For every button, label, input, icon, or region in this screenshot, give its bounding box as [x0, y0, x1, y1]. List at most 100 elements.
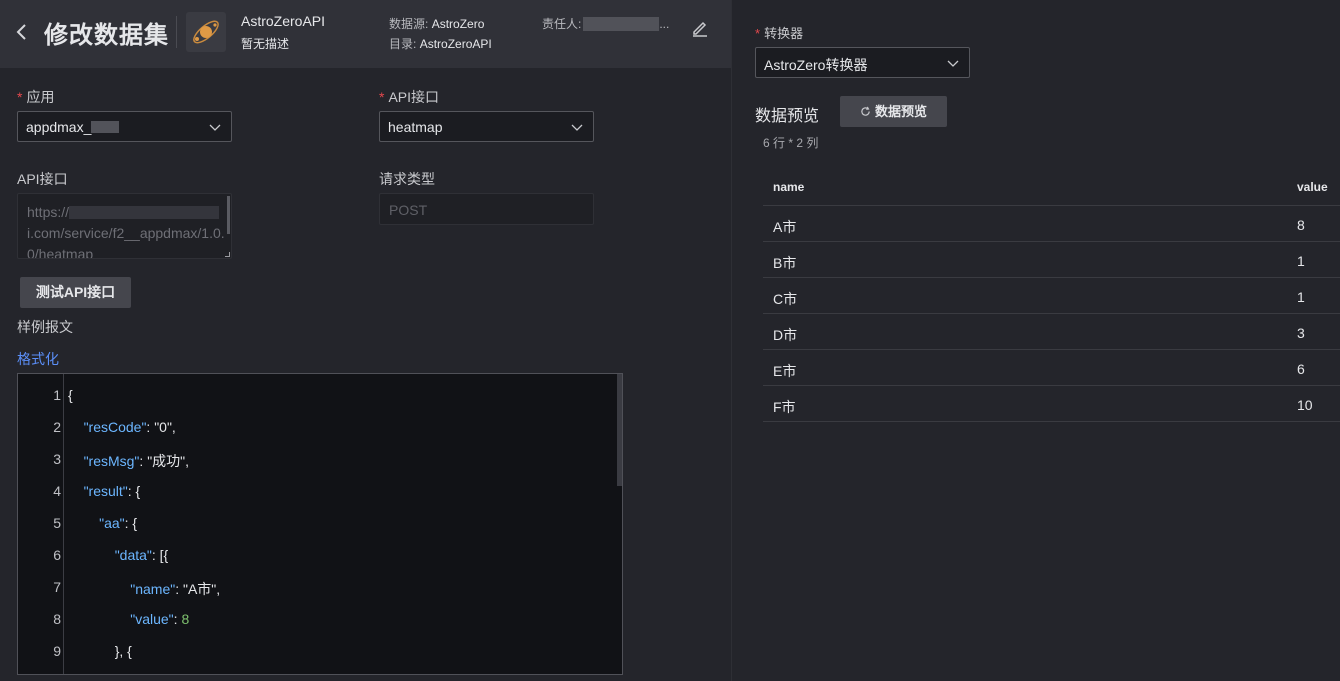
preview-button-label: 数据预览: [874, 104, 927, 119]
owner-meta: 责任人:...: [542, 15, 669, 32]
table-row: B市 1: [763, 242, 1340, 278]
code-token-pre: [68, 547, 115, 563]
owner-redacted: [583, 17, 660, 31]
table-row: D市 3: [763, 314, 1340, 350]
converter-select-value: AstroZero转换器: [764, 57, 868, 73]
app-description: 暂无描述: [241, 37, 290, 51]
api-url-textarea[interactable]: https:// i.com/service/f2__appdmax/1.0. …: [17, 193, 232, 259]
code-token-key: "data": [114, 547, 152, 563]
line-number: 6: [53, 547, 61, 563]
api-url-label: API接口: [17, 171, 68, 187]
code-editor[interactable]: 1 {2 "resCode": "0", 3 "resMsg": "成功", 4 "r…: [17, 373, 623, 675]
row-count: 6 行 * 2 列: [763, 136, 819, 150]
resize-handle[interactable]: [225, 252, 230, 257]
app-select[interactable]: appdmax_: [17, 111, 232, 142]
line-number: 3: [53, 451, 61, 467]
code-token-key: "value": [130, 611, 174, 627]
code-token-pre: [68, 611, 130, 627]
app-field-label: * 应用: [17, 89, 55, 105]
divider: [176, 16, 177, 48]
edit-pencil-icon[interactable]: [690, 18, 710, 38]
app-name-redacted: [91, 121, 120, 133]
code-token-pre: [68, 453, 84, 469]
code-line: "aa": {: [68, 515, 137, 531]
preview-button[interactable]: 数据预览: [840, 96, 947, 127]
table-row: E市 6: [763, 350, 1340, 386]
code-token-key: "resCode": [83, 419, 147, 435]
owner-ellipsis: ...: [659, 17, 670, 31]
api-url-line1: https://: [27, 204, 70, 220]
code-token-pre: [68, 581, 130, 597]
cell-name: C市: [773, 291, 798, 307]
code-line: "resMsg": "成功",: [68, 451, 189, 471]
code-token-sep: : [{: [151, 547, 169, 563]
line-number: 5: [53, 515, 61, 531]
line-number: 7: [53, 579, 61, 595]
chevron-down-icon: [947, 60, 959, 67]
textarea-scrollbar[interactable]: [227, 196, 230, 234]
datasource-value: AstroZero: [431, 17, 485, 31]
right-panel: * 转换器 AstroZero转换器 数据预览 数据预览 6 行 * 2 列 na…: [731, 0, 1340, 681]
line-number: 9: [53, 643, 61, 659]
app-logo-icon: [186, 12, 226, 52]
datasource-label: 数据源:: [389, 17, 429, 31]
cell-value: 10: [1297, 397, 1313, 413]
app-name: AstroZeroAPI: [241, 13, 326, 29]
code-token-pre: [68, 515, 99, 531]
code-line: "data": [{: [68, 547, 169, 563]
code-token-key: "aa": [99, 515, 125, 531]
code-line: "resCode": "0",: [68, 419, 176, 435]
refresh-icon: [861, 106, 870, 116]
app-select-value: appdmax_: [26, 119, 92, 135]
line-number: 8: [53, 611, 61, 627]
api-select[interactable]: heatmap: [379, 111, 594, 142]
api-url-line3: 0/heatmap: [27, 246, 94, 259]
cell-name: E市: [773, 363, 797, 379]
code-token-key: "name": [130, 581, 176, 597]
code-token-num: 8: [181, 611, 190, 627]
owner-label: 责任人:: [542, 17, 582, 31]
converter-select[interactable]: AstroZero转换器: [755, 47, 970, 78]
code-token-pre: [68, 419, 84, 435]
code-line: {: [68, 387, 73, 403]
page-header: 修改数据集 AstroZeroAPI 暂无描述 数据源: AstroZero 目…: [0, 0, 731, 68]
table-row: F市 10: [763, 386, 1340, 422]
request-type-label: 请求类型: [379, 171, 435, 187]
left-panel: 修改数据集 AstroZeroAPI 暂无描述 数据源: AstroZero 目…: [0, 0, 731, 681]
table-header: name value: [763, 167, 1340, 206]
cell-value: 6: [1297, 361, 1305, 377]
api-host-redacted: [69, 206, 220, 219]
code-token-sep: {: [68, 387, 73, 403]
cell-value: 3: [1297, 325, 1305, 341]
chevron-down-icon: [571, 124, 583, 131]
chevron-down-icon: [209, 124, 221, 131]
chevron-left-icon[interactable]: [12, 22, 32, 42]
table-row: A市 8: [763, 206, 1340, 242]
code-token-sep: :: [175, 581, 183, 597]
catalog-label: 目录:: [389, 37, 417, 51]
format-link[interactable]: 格式化: [17, 349, 59, 369]
converter-label: * 转换器: [755, 26, 804, 41]
code-line: "value": 8: [68, 611, 189, 627]
code-token-key: "result": [83, 483, 128, 499]
column-header-name: name: [773, 180, 805, 194]
cell-value: 8: [1297, 217, 1305, 233]
column-header-value: value: [1297, 180, 1328, 194]
preview-title: 数据预览: [755, 108, 820, 125]
api-field-label: * API接口: [379, 89, 440, 105]
line-number: 4: [53, 483, 61, 499]
cell-name: D市: [773, 327, 798, 343]
cell-name: B市: [773, 255, 797, 271]
code-token-str: "成功",: [147, 453, 190, 469]
cell-name: A市: [773, 219, 797, 235]
code-token-str: "0",: [154, 419, 176, 435]
api-url-line2: i.com/service/f2__appdmax/1.0.: [27, 225, 225, 241]
catalog-meta: 目录: AstroZeroAPI: [389, 35, 492, 52]
cell-value: 1: [1297, 289, 1305, 305]
editor-scrollbar[interactable]: [617, 374, 622, 486]
test-api-button[interactable]: 测试API接口: [20, 277, 131, 308]
code-token-pre: [68, 483, 84, 499]
request-type-input: POST: [379, 193, 594, 225]
catalog-value: AstroZeroAPI: [419, 37, 492, 51]
cell-value: 1: [1297, 253, 1305, 269]
